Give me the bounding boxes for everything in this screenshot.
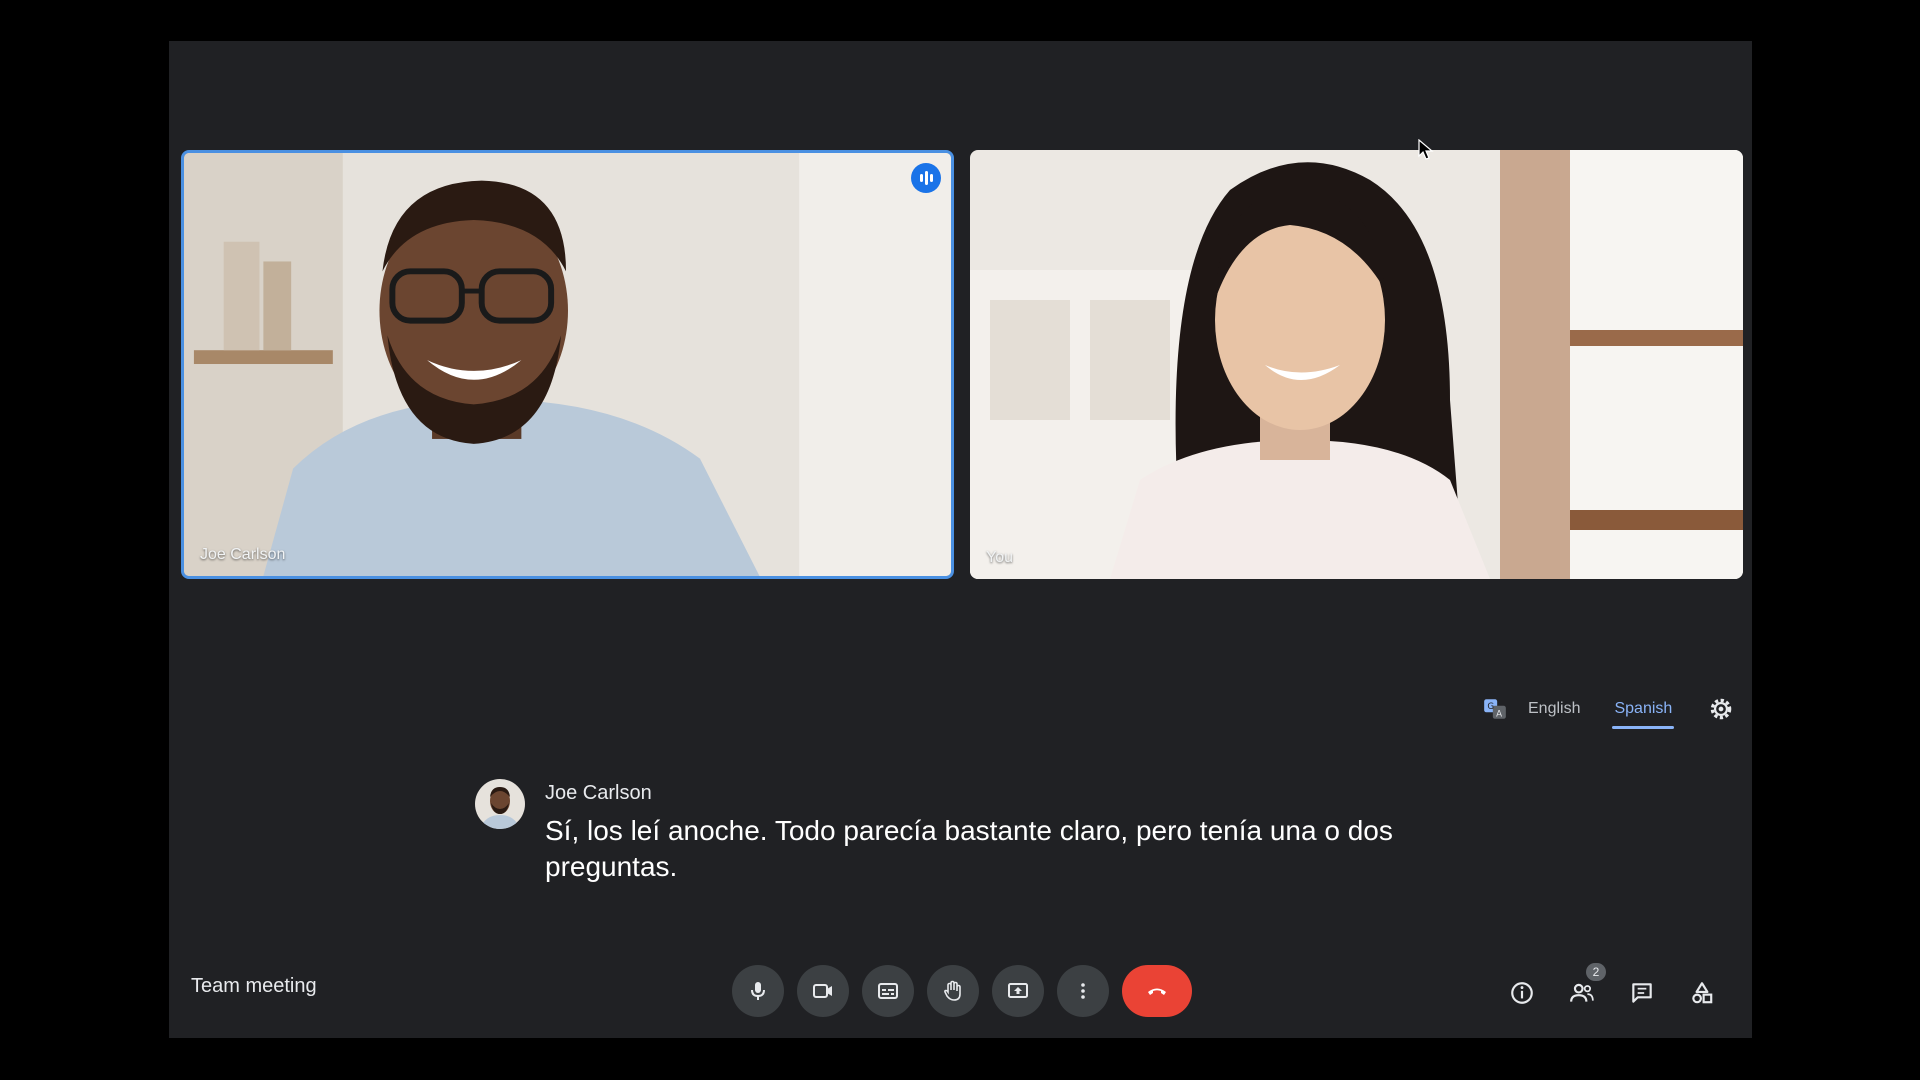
speaking-indicator-icon [911, 163, 941, 193]
participant-video-you [970, 150, 1743, 579]
svg-text:G: G [1487, 702, 1494, 712]
captions-icon [878, 983, 898, 999]
camera-button[interactable] [797, 965, 849, 1017]
gear-icon[interactable] [1708, 696, 1734, 722]
present-icon [1008, 983, 1028, 998]
language-option-english[interactable]: English [1526, 694, 1582, 724]
chat-button[interactable] [1622, 973, 1662, 1013]
video-tile-you[interactable]: You [970, 150, 1743, 579]
end-call-button[interactable] [1122, 965, 1192, 1017]
meeting-side-controls: 2 [1482, 963, 1722, 1013]
more-options-button[interactable] [1057, 965, 1109, 1017]
avatar [475, 779, 525, 829]
activities-button[interactable] [1682, 973, 1722, 1013]
captions-button[interactable] [862, 965, 914, 1017]
call-controls [732, 965, 1192, 1017]
meeting-title: Team meeting [191, 975, 317, 997]
language-option-spanish[interactable]: Spanish [1612, 694, 1675, 729]
participant-video-joe [184, 153, 951, 576]
raise-hand-button[interactable] [927, 965, 979, 1017]
mic-button[interactable] [732, 965, 784, 1017]
participant-count-badge: 2 [1586, 963, 1606, 981]
caption-speaker-name: Joe Carlson [545, 782, 652, 804]
mouse-cursor-icon [1418, 139, 1434, 160]
chat-icon [1632, 983, 1652, 1003]
meeting-window: Joe Carlson You G A English Spanish Joe … [169, 41, 1752, 1038]
participant-name-label: Joe Carlson [200, 546, 286, 563]
participant-name-label: You [986, 549, 1013, 566]
people-icon [1570, 983, 1594, 1002]
raise-hand-icon [944, 980, 961, 1001]
caption-text: Sí, los leí anoche. Todo parecía bastant… [545, 815, 1393, 882]
info-icon [1511, 982, 1533, 1004]
present-button[interactable] [992, 965, 1044, 1017]
caption-language-bar: G A English Spanish [1482, 689, 1734, 729]
translate-icon: G A [1484, 699, 1506, 720]
svg-text:A: A [1496, 710, 1502, 720]
camera-icon [813, 984, 832, 998]
more-options-icon [1081, 983, 1085, 999]
video-tile-joe[interactable]: Joe Carlson [181, 150, 954, 579]
activities-icon [1692, 982, 1713, 1004]
mic-icon [751, 982, 765, 1000]
people-button[interactable]: 2 [1562, 963, 1606, 1013]
end-call-icon [1148, 988, 1166, 995]
meeting-details-button[interactable] [1502, 973, 1542, 1013]
